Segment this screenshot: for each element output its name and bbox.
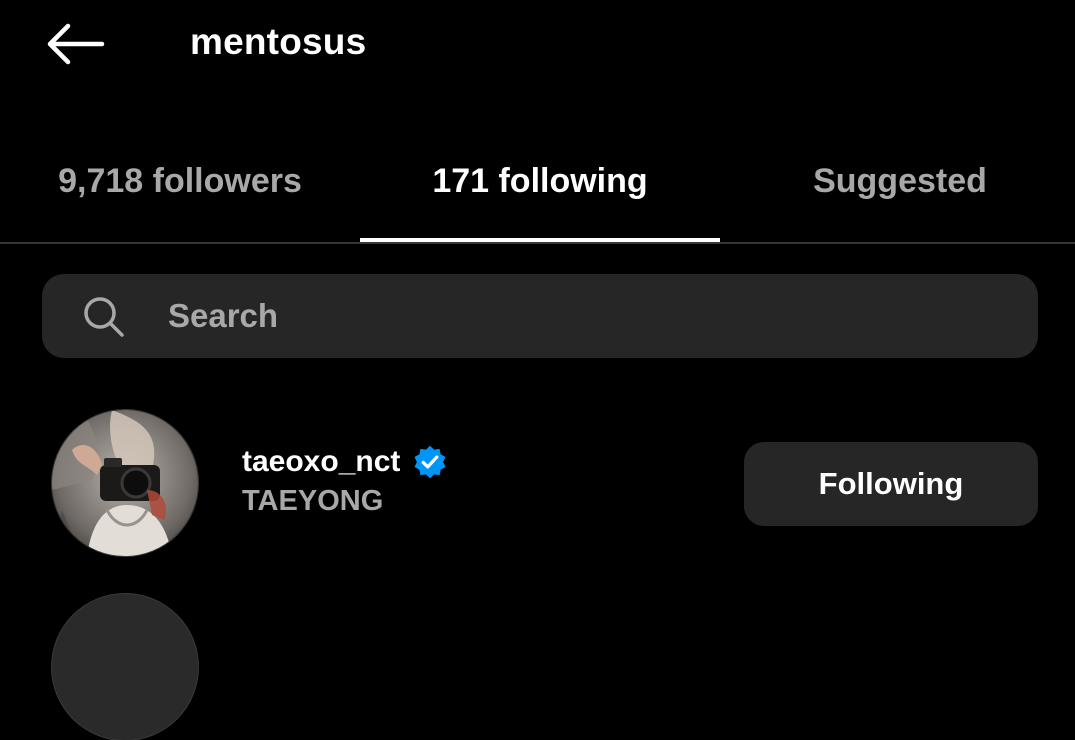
search-input[interactable] — [168, 292, 1008, 340]
list-item[interactable]: taeoxo_nct TAEYONG Following — [0, 400, 1075, 570]
avatar[interactable] — [52, 410, 198, 556]
profile-username: mentosus — [190, 21, 367, 62]
tabs-divider — [0, 242, 1075, 244]
verified-badge-icon — [414, 445, 446, 479]
tab-suggested[interactable]: Suggested — [720, 122, 1075, 240]
next-list-item-avatar[interactable] — [52, 594, 198, 740]
back-button[interactable] — [38, 16, 110, 72]
tab-following[interactable]: 171 following — [360, 122, 720, 240]
avatar-image — [52, 410, 198, 556]
user-handle-row: taeoxo_nct — [242, 440, 448, 484]
follow-tabs: 9,718 followers 171 following Suggested — [0, 122, 1075, 242]
search-icon — [84, 297, 124, 337]
user-handle[interactable]: taeoxo_nct — [242, 445, 400, 479]
arrow-left-icon — [47, 23, 105, 65]
user-full-name: TAEYONG — [242, 485, 384, 517]
following-button[interactable]: Following — [744, 442, 1038, 526]
top-bar: mentosus — [0, 0, 1075, 90]
tab-followers[interactable]: 9,718 followers — [0, 122, 360, 240]
